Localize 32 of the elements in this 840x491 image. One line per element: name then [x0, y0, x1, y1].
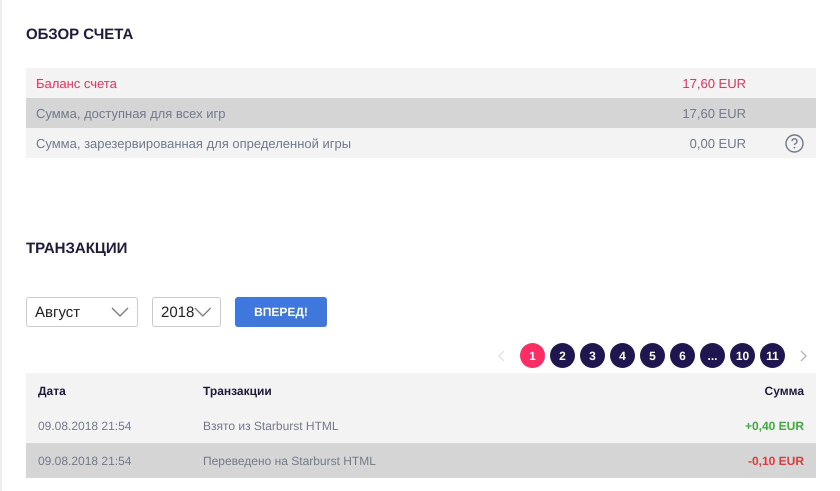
table-cell-text: 09.08.2018 21:54	[38, 418, 132, 432]
table-cell-text: 09.08.2018 21:54	[38, 454, 132, 468]
table-cell-text: Переведено на Starburst HTML	[203, 454, 377, 468]
section-title: ОБЗОР СЧЕТА	[26, 26, 134, 43]
table-cell-text: +0,40 EUR	[744, 418, 804, 432]
page-button[interactable]: ...	[700, 343, 725, 368]
month-select[interactable]: Август	[26, 297, 138, 327]
summary-label: Баланс счета	[36, 76, 118, 90]
page-button[interactable]: 3	[580, 343, 605, 368]
page-button[interactable]: 2	[550, 343, 575, 368]
chevron-down-icon	[111, 307, 129, 317]
page-button[interactable]: 5	[640, 343, 665, 368]
chevron-down-icon	[194, 307, 212, 317]
column-header: Дата	[38, 384, 67, 398]
summary-label: Сумма, доступная для всех игр	[36, 106, 226, 120]
summary-amount: 17,60 EUR	[681, 76, 746, 90]
year-select[interactable]: 2018	[152, 297, 221, 327]
column-header: Сумма	[764, 384, 804, 398]
summary-amount: 17,60 EUR	[681, 106, 746, 120]
summary-label: Сумма, зарезервированная для определенной игры	[36, 136, 352, 150]
page-button[interactable]: 11	[760, 343, 785, 368]
summary-amount: 0,00 EUR	[688, 136, 746, 150]
help-icon[interactable]	[785, 134, 804, 152]
column-header: Транзакции	[203, 384, 273, 398]
section-title: ТРАНЗАКЦИИ	[26, 240, 128, 257]
page-button[interactable]: 6	[670, 343, 695, 368]
table-cell-text: Взято из Starburst HTML	[203, 418, 340, 432]
page-button[interactable]: 1	[520, 343, 545, 368]
table-cell-text: -0,10 EUR	[746, 454, 804, 468]
page-button[interactable]: 10	[730, 343, 755, 368]
page-button[interactable]: 4	[610, 343, 635, 368]
go-button[interactable]: ВПЕРЕД!	[235, 297, 327, 327]
